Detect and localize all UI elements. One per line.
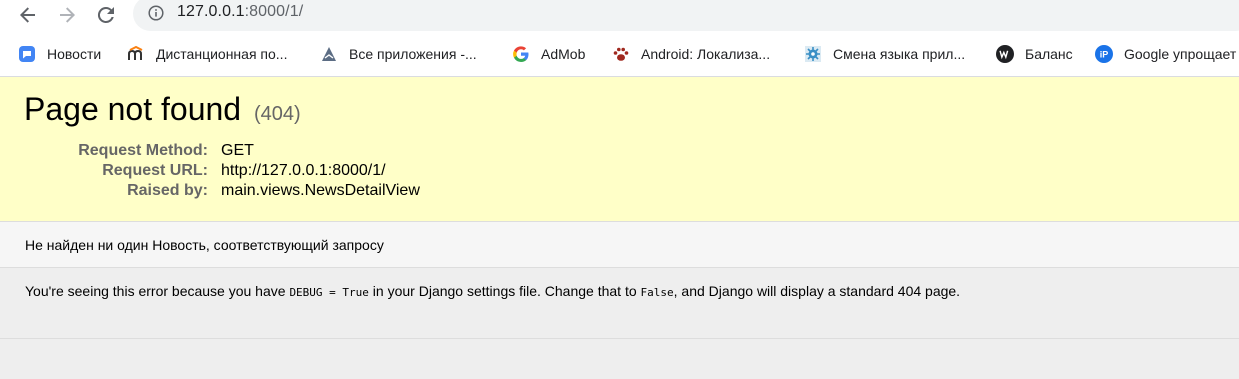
chat-bubble-icon bbox=[18, 45, 36, 63]
meta-row-method: Request Method: GET bbox=[72, 141, 420, 161]
meta-value: main.views.NewsDetailView bbox=[221, 182, 420, 199]
url-host: 127.0.0.1 bbox=[177, 3, 245, 20]
bookmark-admob[interactable]: AdMob bbox=[512, 43, 585, 65]
address-bar[interactable]: 127.0.0.1:8000/1/ bbox=[133, 0, 1239, 31]
meta-value: http://127.0.0.1:8000/1/ bbox=[221, 162, 386, 179]
bookmark-novosti[interactable]: Новости bbox=[18, 43, 101, 65]
bookmarks-bar: Новости Дистанционная по... Все приложен… bbox=[0, 33, 1239, 77]
moodle-icon bbox=[127, 45, 145, 63]
not-found-message: Не найден ни один Новость, соответствующ… bbox=[25, 237, 384, 253]
page-title: Page not found (404) bbox=[24, 91, 301, 128]
google-g-icon bbox=[512, 45, 530, 63]
meta-label: Raised by: bbox=[127, 182, 208, 199]
bookmark-android-localize[interactable]: Android: Локализа... bbox=[612, 43, 770, 65]
bookmark-label: Новости bbox=[47, 46, 102, 62]
bookmark-google-simplifies[interactable]: iP Google упрощает bbox=[1095, 43, 1236, 65]
forward-button[interactable] bbox=[52, 0, 82, 30]
url-text[interactable]: 127.0.0.1:8000/1/ bbox=[177, 3, 303, 21]
bookmark-change-language[interactable]: Смена языка прил... bbox=[804, 43, 965, 65]
footer-area bbox=[0, 339, 1239, 379]
error-summary: Page not found (404) Request Method: GET… bbox=[0, 77, 1239, 222]
false-value-code: False bbox=[640, 286, 674, 299]
explanation-part: , and Django will display a standard 404… bbox=[673, 283, 961, 299]
bookmark-label: AdMob bbox=[541, 46, 586, 62]
explanation-part: You're seeing this error because you hav… bbox=[25, 283, 290, 299]
bookmark-label: Android: Локализа... bbox=[641, 46, 771, 62]
meta-row-url: Request URL: http://127.0.0.1:8000/1/ bbox=[72, 161, 420, 181]
info-icon[interactable] bbox=[148, 5, 164, 21]
ip-circle-icon: iP bbox=[1095, 45, 1113, 63]
bookmark-label: Google упрощает bbox=[1124, 46, 1237, 62]
explanation-part: in your Django settings file. Change tha… bbox=[368, 283, 641, 299]
back-button[interactable] bbox=[13, 0, 43, 30]
w-circle-icon bbox=[996, 45, 1014, 63]
bookmark-label: Дистанционная по... bbox=[156, 46, 288, 62]
url-path: :8000/1/ bbox=[244, 3, 304, 20]
arrow-left-icon bbox=[20, 7, 35, 23]
paw-icon bbox=[612, 45, 630, 63]
error-info: Не найден ни один Новость, соответствующ… bbox=[0, 222, 1239, 268]
bookmark-label: Все приложения -... bbox=[349, 46, 477, 62]
debug-explanation: You're seeing this error because you hav… bbox=[0, 268, 1239, 339]
bookmark-distance[interactable]: Дистанционная по... bbox=[127, 43, 287, 65]
meta-label: Request URL: bbox=[102, 162, 208, 179]
gear-badge-icon bbox=[804, 45, 822, 63]
play-console-icon bbox=[320, 45, 338, 63]
arrow-right-icon bbox=[60, 7, 75, 23]
request-meta-table: Request Method: GET Request URL: http://… bbox=[72, 141, 420, 201]
bookmark-all-apps[interactable]: Все приложения -... bbox=[320, 43, 477, 65]
bookmark-label: Смена языка прил... bbox=[833, 46, 966, 62]
reload-button[interactable] bbox=[91, 0, 121, 30]
browser-toolbar: 127.0.0.1:8000/1/ bbox=[0, 0, 1239, 33]
status-code: (404) bbox=[253, 103, 301, 125]
svg-text:iP: iP bbox=[1100, 50, 1109, 60]
explanation-text: You're seeing this error because you hav… bbox=[25, 283, 960, 299]
bookmark-label: Баланс bbox=[1025, 46, 1073, 62]
meta-row-raised-by: Raised by: main.views.NewsDetailView bbox=[72, 181, 420, 201]
debug-setting-code: DEBUG = True bbox=[289, 286, 369, 299]
bookmark-balance[interactable]: Баланс bbox=[996, 43, 1073, 65]
meta-label: Request Method: bbox=[78, 142, 208, 159]
meta-value: GET bbox=[221, 142, 254, 159]
reload-icon bbox=[97, 6, 114, 23]
page-title-text: Page not found bbox=[24, 91, 242, 127]
